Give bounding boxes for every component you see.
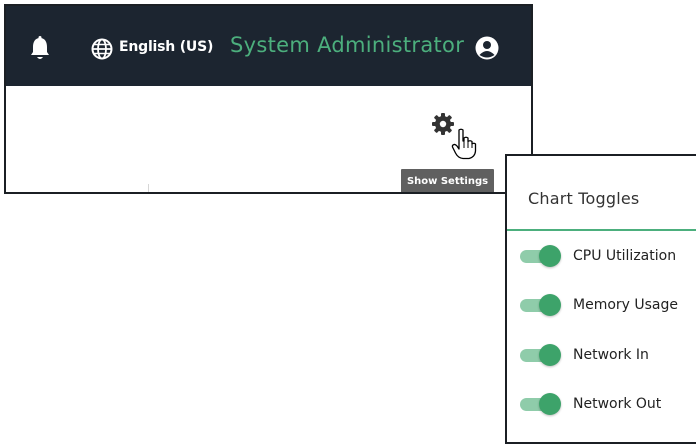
user-name[interactable]: System Administrator [230,33,464,57]
app-window: English (US) System Administrator Show S… [4,4,533,194]
language-selector[interactable]: English (US) [119,39,213,55]
toggle-knob[interactable] [539,344,561,366]
toggle-knob[interactable] [539,245,561,267]
globe-icon[interactable] [91,38,113,60]
toggle-knob[interactable] [539,393,561,415]
bell-icon[interactable] [28,36,52,62]
divider [148,184,149,192]
toggle-label: Network Out [573,396,662,412]
toggle-label: Memory Usage [573,297,679,313]
chart-toggles-panel: Chart Toggles CPU Utilization Memory Usa… [505,154,696,444]
toggle-memory-usage[interactable]: Memory Usage [507,290,696,320]
panel-title: Chart Toggles [528,189,640,208]
toggle-network-out[interactable]: Network Out [507,389,696,419]
top-navigation-bar: English (US) System Administrator [6,6,531,86]
toggle-label: Network In [573,347,649,363]
show-settings-tooltip: Show Settings [401,169,494,192]
user-circle-icon[interactable] [475,36,499,60]
panel-divider [507,229,696,231]
tooltip-text: Show Settings [406,175,489,187]
toggle-network-in[interactable]: Network In [507,340,696,370]
hand-pointer-icon [451,128,477,160]
toggle-knob[interactable] [539,294,561,316]
toggle-cpu-utilization[interactable]: CPU Utilization [507,241,696,271]
toggle-label: CPU Utilization [573,248,677,264]
